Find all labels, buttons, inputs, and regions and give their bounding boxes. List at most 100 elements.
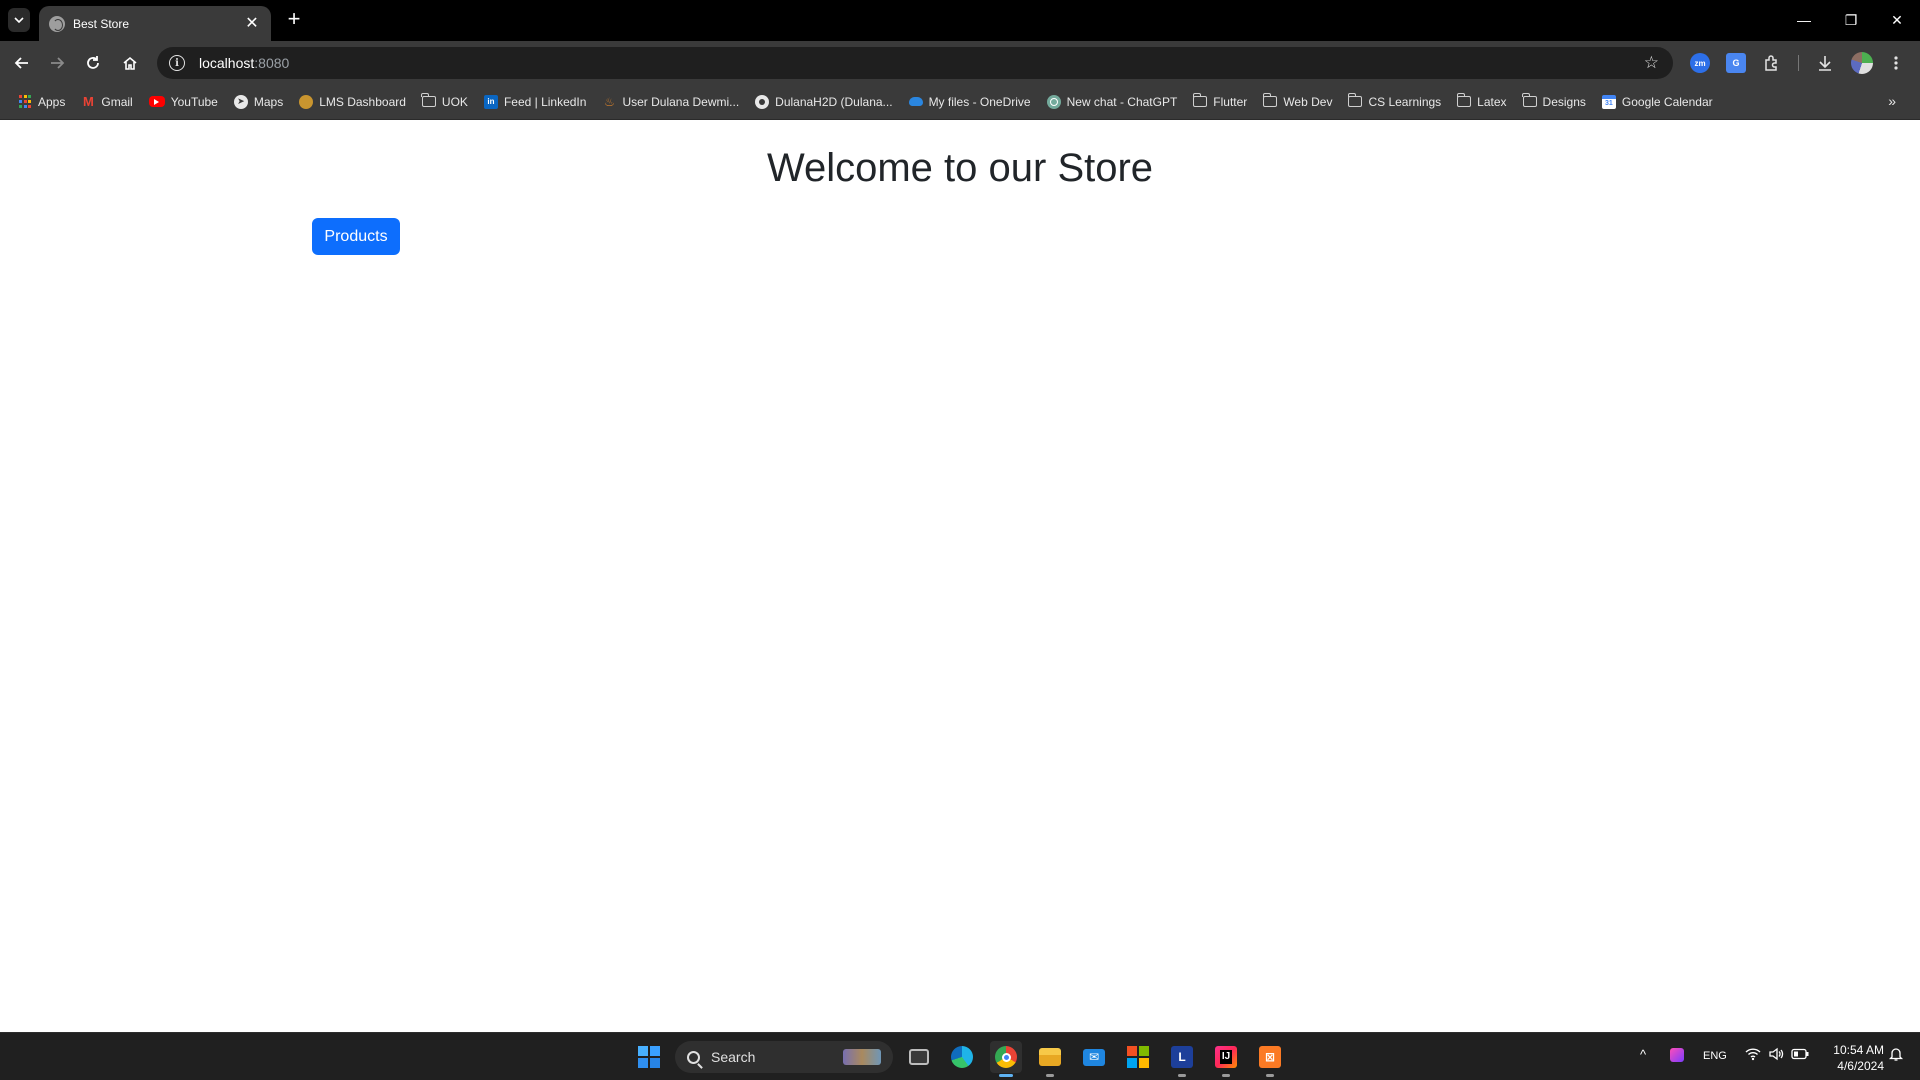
menu-kebab-icon[interactable]	[1886, 53, 1906, 73]
folder-icon	[1522, 93, 1537, 107]
tab-title: Best Store	[73, 16, 130, 31]
bookmark-linkedin[interactable]: in Feed | LinkedIn	[478, 89, 593, 115]
bookmark-google-calendar[interactable]: 31 Google Calendar	[1596, 89, 1719, 115]
bookmark-folder-designs[interactable]: Designs	[1517, 89, 1592, 115]
task-view-icon	[909, 1049, 929, 1065]
xampp-icon: ⊠	[1259, 1046, 1281, 1068]
bookmark-gmail[interactable]: M Gmail	[75, 89, 138, 115]
bookmark-label: Designs	[1542, 94, 1586, 109]
home-button[interactable]	[117, 50, 143, 76]
bookmark-lms-dashboard[interactable]: LMS Dashboard	[293, 89, 412, 115]
bookmark-apps[interactable]: Apps	[12, 89, 71, 115]
new-tab-button[interactable]: +	[282, 8, 306, 32]
tray-overflow-chevron[interactable]: ^	[1640, 1047, 1646, 1062]
taskbar-app-l[interactable]: L	[1166, 1041, 1198, 1077]
forward-button[interactable]	[44, 50, 70, 76]
bookmark-youtube[interactable]: YouTube	[143, 89, 224, 115]
bookmark-folder-uok[interactable]: UOK	[416, 89, 474, 115]
search-icon	[687, 1050, 700, 1064]
edge-icon	[951, 1046, 973, 1068]
bookmarks-bar: Apps M Gmail YouTube ➤ Maps LMS Dashboar…	[0, 84, 1920, 120]
task-view-button[interactable]	[903, 1041, 935, 1073]
reload-icon	[87, 56, 99, 69]
system-clock[interactable]: 10:54 AM 4/6/2024	[1812, 1042, 1884, 1074]
tab-close-button[interactable]: ✕	[243, 15, 261, 33]
store-icon	[1127, 1046, 1149, 1068]
close-window-button[interactable]: ✕	[1882, 8, 1912, 32]
intellij-icon: IJ	[1215, 1046, 1237, 1068]
bookmark-maps[interactable]: ➤ Maps	[228, 89, 289, 115]
taskbar-app-file-explorer[interactable]	[1034, 1041, 1066, 1077]
bookmark-label: User Dulana Dewmi...	[622, 94, 740, 109]
running-indicator	[1222, 1074, 1230, 1077]
bookmark-folder-web-dev[interactable]: Web Dev	[1257, 89, 1338, 115]
user-icon: ♨	[604, 94, 615, 109]
reload-button[interactable]	[80, 50, 106, 76]
l-app-icon: L	[1171, 1046, 1193, 1068]
products-button[interactable]: Products	[312, 218, 400, 255]
home-icon	[123, 56, 137, 70]
tab-strip: Best Store ✕ + — ❐ ✕	[0, 0, 1920, 41]
zoom-extension-icon[interactable]: zm	[1690, 53, 1710, 73]
bookmarks-overflow-button[interactable]: »	[1888, 93, 1896, 109]
taskbar-app-store[interactable]	[1122, 1041, 1154, 1073]
folder-icon	[1262, 93, 1278, 107]
lms-icon	[299, 94, 314, 109]
site-info-icon[interactable]: i	[169, 55, 185, 71]
bookmark-star-icon[interactable]: ☆	[1644, 53, 1659, 73]
folder-icon	[1192, 93, 1208, 107]
address-bar[interactable]: i localhost:8080 ☆	[157, 47, 1673, 79]
chatgpt-icon	[1046, 94, 1061, 109]
bookmark-label: My files - OneDrive	[928, 94, 1031, 109]
downloads-icon[interactable]	[1815, 53, 1835, 73]
folder-icon	[1039, 1048, 1061, 1066]
minimize-button[interactable]: —	[1789, 8, 1819, 32]
bookmark-chatgpt[interactable]: New chat - ChatGPT	[1041, 89, 1184, 115]
extensions-puzzle-icon[interactable]	[1762, 53, 1782, 73]
start-button[interactable]	[638, 1046, 660, 1068]
bookmark-label: LMS Dashboard	[319, 94, 406, 109]
restore-button[interactable]: ❐	[1836, 8, 1866, 32]
bookmark-label: Web Dev	[1283, 94, 1333, 109]
bookmark-github[interactable]: DulanaH2D (Dulana...	[749, 89, 898, 115]
bookmark-folder-flutter[interactable]: Flutter	[1187, 89, 1253, 115]
wifi-icon[interactable]	[1745, 1047, 1761, 1064]
tray-app-icon[interactable]	[1670, 1048, 1684, 1062]
bookmark-label: Flutter	[1213, 94, 1248, 109]
translate-extension-icon[interactable]: G	[1726, 53, 1746, 73]
taskbar-app-intellij[interactable]: IJ	[1210, 1041, 1242, 1077]
arrow-right-icon	[51, 57, 65, 69]
running-indicator	[999, 1074, 1013, 1077]
taskbar-app-xampp[interactable]: ⊠	[1254, 1041, 1286, 1077]
bookmark-label: YouTube	[170, 94, 218, 109]
search-highlight-image	[843, 1049, 881, 1065]
bookmark-label: Gmail	[101, 94, 133, 109]
notification-bell-icon[interactable]	[1888, 1046, 1904, 1065]
folder-icon	[1347, 93, 1363, 107]
tab-best-store[interactable]: Best Store ✕	[39, 6, 271, 41]
bookmark-label: Google Calendar	[1621, 94, 1713, 109]
back-button[interactable]	[9, 50, 35, 76]
bookmark-label: CS Learnings	[1368, 94, 1442, 109]
taskbar-app-mail[interactable]: ✉	[1078, 1041, 1110, 1073]
taskbar-search-box[interactable]: Search	[675, 1041, 893, 1073]
taskbar-app-chrome[interactable]	[990, 1041, 1022, 1077]
running-indicator	[1178, 1074, 1186, 1077]
bookmark-onedrive[interactable]: My files - OneDrive	[903, 89, 1037, 115]
bookmark-label: DulanaH2D (Dulana...	[775, 94, 893, 109]
chevron-down-icon	[14, 17, 24, 23]
folder-icon	[1456, 93, 1472, 107]
screen: Best Store ✕ + — ❐ ✕ i localhost:8080 ☆ …	[0, 0, 1920, 1080]
bookmark-folder-latex[interactable]: Latex	[1451, 89, 1512, 115]
page-title: Welcome to our Store	[766, 146, 1154, 190]
tab-search-button[interactable]	[8, 8, 30, 32]
bookmark-user-dulana[interactable]: ♨ User Dulana Dewmi...	[596, 89, 745, 115]
profile-avatar[interactable]	[1851, 52, 1873, 74]
volume-icon[interactable]	[1768, 1047, 1784, 1064]
battery-icon[interactable]	[1791, 1048, 1809, 1063]
taskbar-app-edge[interactable]	[946, 1041, 978, 1073]
running-indicator	[1266, 1074, 1274, 1077]
bookmark-folder-cs-learnings[interactable]: CS Learnings	[1342, 89, 1447, 115]
calendar-icon: 31	[1601, 94, 1616, 109]
language-indicator[interactable]: ENG	[1703, 1050, 1727, 1062]
